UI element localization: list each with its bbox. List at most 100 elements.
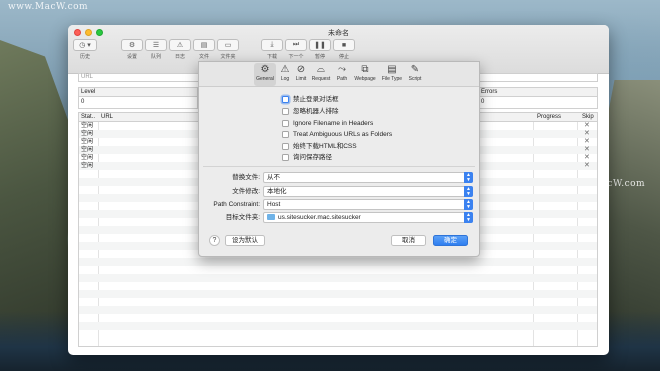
- path-constraint-row: Path Constraint: Host ▲ ▼: [199, 199, 481, 210]
- queue-label: 队列: [150, 54, 161, 60]
- checkbox-row[interactable]: 忽略机器人排除: [282, 106, 339, 116]
- replace-files-label: 替换文件:: [232, 174, 260, 181]
- replace-files-select[interactable]: 从不 ▲ ▼: [263, 172, 473, 183]
- webpage-icon: ⧉: [361, 64, 369, 75]
- tab-label: Path: [336, 76, 348, 82]
- tab-log[interactable]: ⚠ Log: [277, 63, 293, 86]
- checkbox-row[interactable]: 始终下载HTML和CSS: [282, 141, 357, 151]
- tab-label: Script: [408, 76, 422, 82]
- tab-general[interactable]: ⚙ General: [254, 63, 276, 86]
- gear-icon: ⚙: [260, 64, 270, 75]
- level-value: 0: [81, 99, 85, 105]
- column-url[interactable]: URL: [101, 113, 113, 121]
- tab-request[interactable]: ⌓ Request: [310, 63, 332, 86]
- row-status: 空闲: [81, 147, 94, 153]
- download-button[interactable]: ⤓: [261, 39, 283, 51]
- tab-limit[interactable]: ⊘ Limit: [293, 63, 309, 86]
- checkbox[interactable]: [282, 107, 289, 115]
- row-status: 空闲: [81, 123, 94, 129]
- skip-icon[interactable]: ✕: [584, 146, 590, 154]
- table-row-empty: [79, 290, 597, 298]
- tab-file-type[interactable]: ▤ File Type: [379, 63, 405, 86]
- checkbox-row[interactable]: Treat Ambiguous URLs as Folders: [282, 129, 392, 139]
- next-button[interactable]: ⏭: [285, 39, 307, 51]
- chevron-updown-icon: ▲ ▼: [464, 199, 473, 210]
- skip-icon[interactable]: ✕: [584, 154, 590, 162]
- chevron-updown-icon: ▲ ▼: [464, 212, 473, 223]
- download-label: 下载: [266, 54, 277, 60]
- set-default-button[interactable]: 设为默认: [225, 235, 265, 246]
- download-icon: ⤓: [270, 41, 274, 48]
- skip-icon[interactable]: ✕: [584, 162, 590, 170]
- table-row-empty: [79, 306, 597, 314]
- table-row-empty: [79, 330, 597, 338]
- tab-label: Webpage: [354, 76, 376, 82]
- column-progress[interactable]: Progress: [537, 113, 561, 121]
- file-type-icon: ▤: [387, 64, 397, 75]
- file-button[interactable]: ▤: [193, 39, 215, 51]
- column-status[interactable]: Stat..: [81, 113, 95, 121]
- errors-header: Errors: [479, 88, 597, 97]
- checkbox-row[interactable]: Ignore Filename in Headers: [282, 118, 373, 128]
- path-constraint-select[interactable]: Host ▲ ▼: [263, 199, 473, 210]
- folder-icon: ▭: [224, 42, 232, 49]
- checkbox[interactable]: [282, 142, 289, 150]
- log-button[interactable]: ⚠: [169, 39, 191, 51]
- file-label: 文件: [198, 54, 209, 60]
- tab-label: Log: [280, 76, 290, 82]
- checkbox-row[interactable]: 询问保存路径: [282, 152, 332, 162]
- checkbox[interactable]: [282, 95, 289, 103]
- skip-icon[interactable]: ✕: [584, 138, 590, 146]
- checkbox[interactable]: [282, 153, 289, 161]
- stop-button[interactable]: ■: [333, 39, 355, 51]
- destination-select[interactable]: us.sitesucker.mac.sitesucker ▲ ▼: [263, 212, 473, 223]
- table-row-empty: [79, 274, 597, 282]
- watermark: www.MacW.com: [8, 2, 89, 12]
- chevron-updown-icon: ▲ ▼: [464, 172, 473, 183]
- list-icon: ☰: [152, 42, 160, 49]
- cancel-button[interactable]: 取消: [391, 235, 426, 246]
- file-modification-row: 文件修改: 本地化 ▲ ▼: [199, 186, 481, 197]
- settings-button[interactable]: ⚙: [121, 39, 143, 51]
- checkbox-row[interactable]: 禁止登录对话框: [282, 94, 339, 104]
- table-row-empty: [79, 258, 597, 266]
- skip-icon[interactable]: ✕: [584, 130, 590, 138]
- table-row-empty: [79, 314, 597, 322]
- help-button[interactable]: ?: [209, 235, 220, 246]
- tab-label: Request: [311, 76, 331, 82]
- row-status: 空闲: [81, 131, 94, 137]
- pause-button[interactable]: ❚❚: [309, 39, 331, 51]
- checkbox-label: 始终下载HTML和CSS: [293, 142, 357, 150]
- settings-tab-bar: ⚙ General ⚠ Log ⊘ Limit ⌓ Request ⤳ Path…: [199, 62, 479, 87]
- checkbox[interactable]: [282, 130, 289, 138]
- script-icon: ✎: [410, 64, 420, 75]
- skip-icon[interactable]: ✕: [584, 122, 590, 130]
- ok-button[interactable]: 确定: [433, 235, 468, 246]
- table-row-empty: [79, 282, 597, 290]
- level-panel: Level 0: [78, 87, 198, 109]
- tab-path[interactable]: ⤳ Path: [334, 63, 350, 86]
- warning-icon: ⚠: [176, 42, 184, 49]
- column-skip[interactable]: Skip: [582, 113, 594, 121]
- row-status: 空闲: [81, 155, 94, 161]
- file-modification-select[interactable]: 本地化 ▲ ▼: [263, 186, 473, 197]
- pause-label: 暂停: [314, 54, 325, 60]
- divider: [203, 166, 475, 167]
- replace-files-row: 替换文件: 从不 ▲ ▼: [199, 172, 481, 183]
- row-status: 空闲: [81, 163, 94, 169]
- next-icon: ⏭: [292, 41, 300, 48]
- tab-webpage[interactable]: ⧉ Webpage: [352, 63, 378, 86]
- checkbox-label: 禁止登录对话框: [293, 95, 339, 103]
- checkbox[interactable]: [282, 119, 289, 127]
- tab-script[interactable]: ✎ Script: [406, 63, 424, 86]
- path-constraint-value: Host: [267, 201, 281, 208]
- checkbox-label: Ignore Filename in Headers: [293, 119, 374, 127]
- queue-button[interactable]: ☰: [145, 39, 167, 51]
- gear-icon: ⚙: [128, 42, 136, 49]
- clock-icon: ◷ ▾: [79, 42, 91, 49]
- destination-value: us.sitesucker.mac.sitesucker: [278, 214, 361, 221]
- folder-button[interactable]: ▭: [217, 39, 239, 51]
- path-icon: ⤳: [338, 64, 346, 75]
- history-button[interactable]: ◷ ▾: [73, 39, 97, 51]
- destination-row: 目标文件夹: us.sitesucker.mac.sitesucker ▲ ▼: [199, 212, 481, 223]
